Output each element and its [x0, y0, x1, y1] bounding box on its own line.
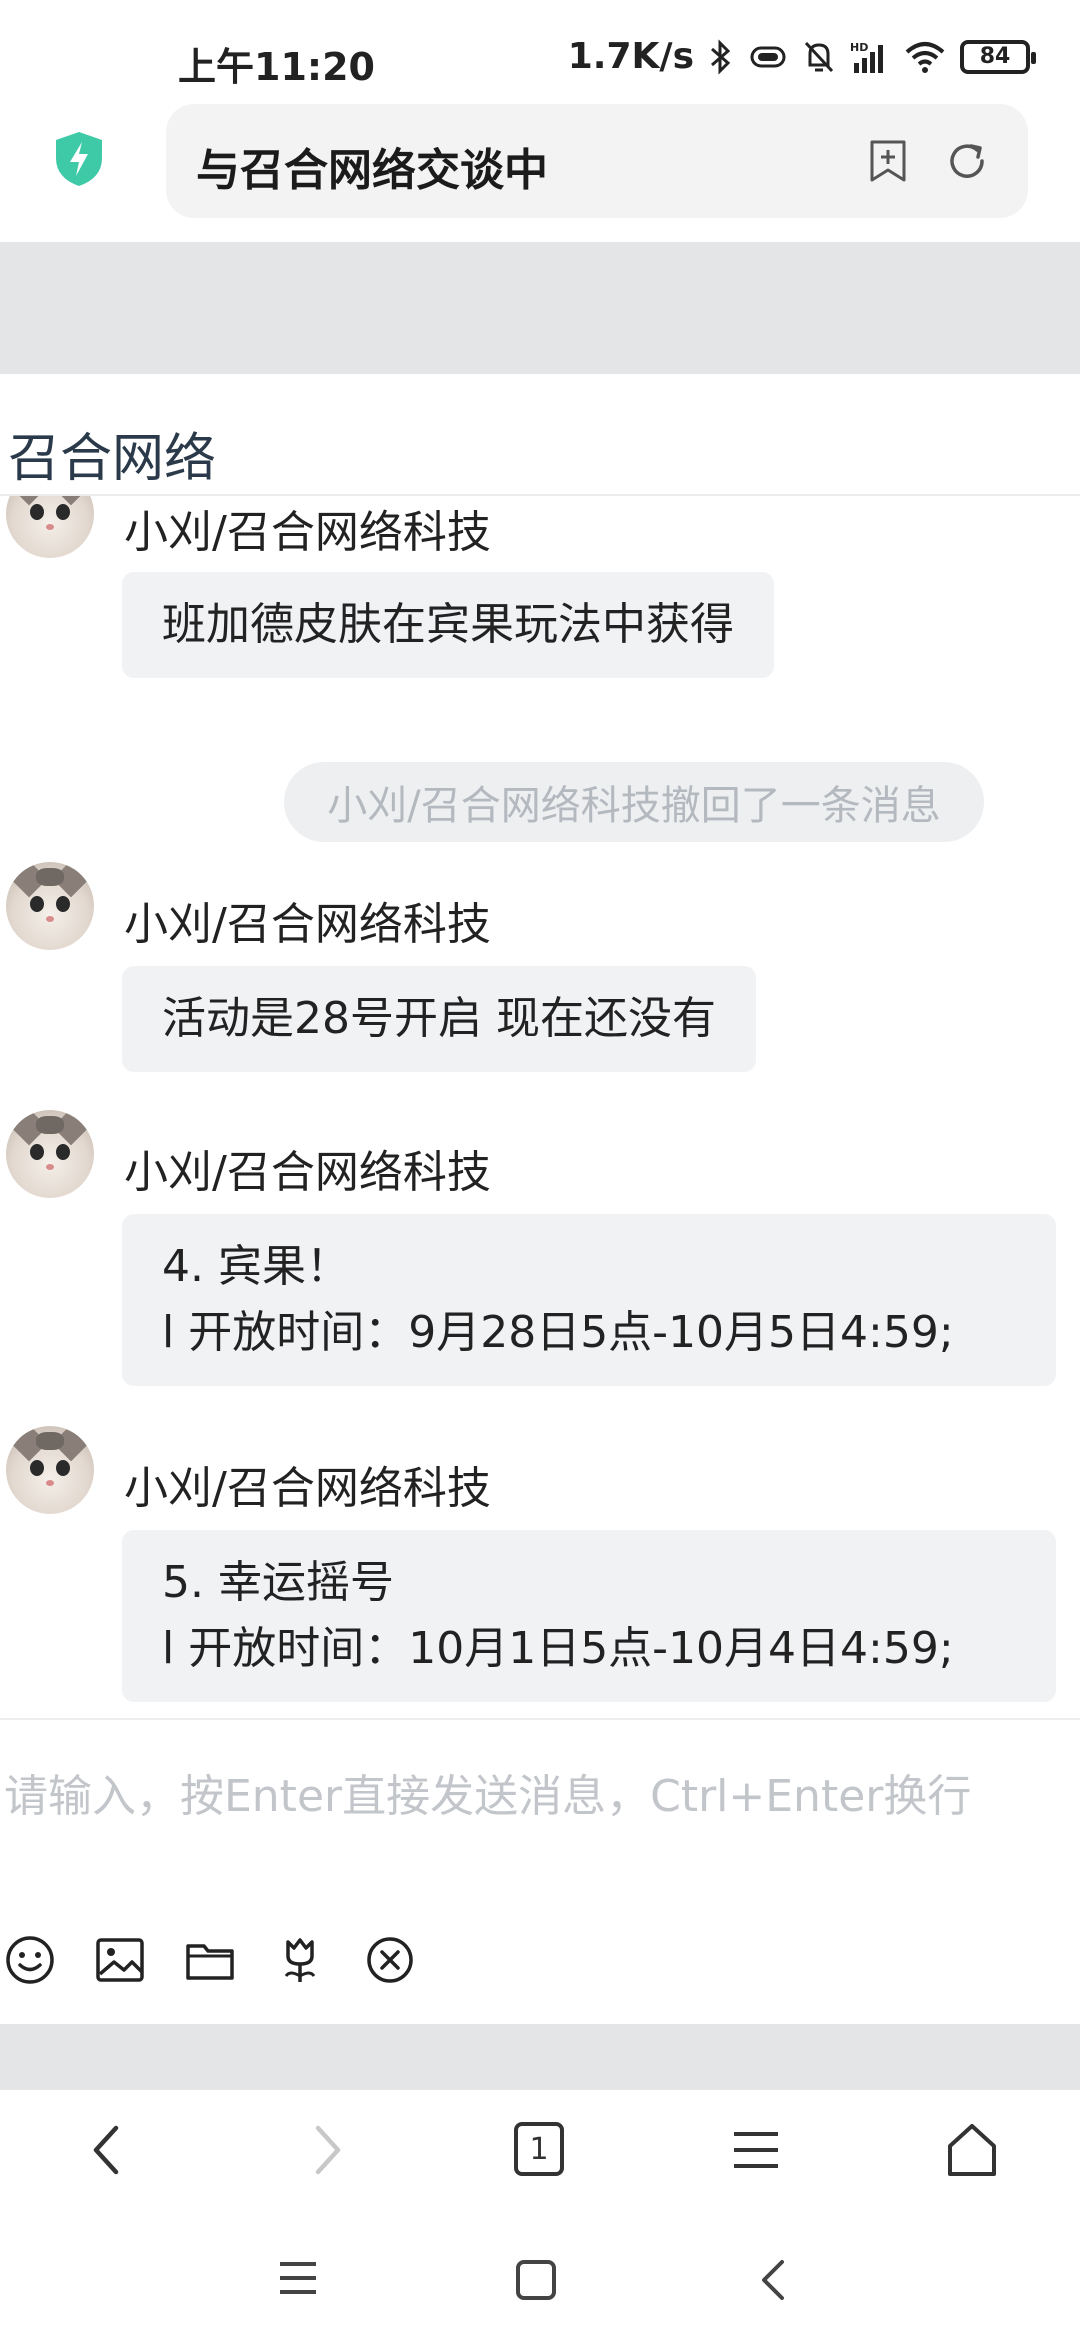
vibrate-icon: [748, 42, 788, 72]
signal-icon: HD: [850, 39, 890, 75]
input-toolbar: [4, 1934, 416, 1986]
chat-header: 召合网络: [0, 374, 1080, 496]
message-input-area[interactable]: 请输入，按Enter直接发送消息，Ctrl+Enter换行: [0, 1718, 1080, 2024]
mute-bell-icon: [802, 39, 836, 75]
recent-apps-icon[interactable]: [276, 2258, 320, 2302]
wifi-icon: [904, 40, 946, 74]
image-icon[interactable]: [94, 1934, 146, 1986]
message-bubble[interactable]: 4. 宾果！ l 开放时间：9月28日5点-10月5日4:59;: [122, 1214, 1056, 1386]
shield-icon[interactable]: [52, 130, 106, 192]
recall-notice: 小刈/召合网络科技撤回了一条消息: [284, 762, 984, 842]
message-text-line: l 开放时间：10月1日5点-10月4日4:59;: [162, 1623, 954, 1674]
message-list[interactable]: 小刈/召合网络科技 班加德皮肤在宾果玩法中获得 小刈/召合网络科技撤回了一条消息…: [0, 496, 1080, 1718]
forward-arrow-icon[interactable]: [306, 2120, 350, 2184]
browser-navigation: 1: [0, 2090, 1080, 2214]
status-icons: 1.7K/s HD 84: [567, 36, 1036, 77]
close-circle-icon[interactable]: [364, 1934, 416, 1986]
menu-icon[interactable]: [730, 2120, 782, 2184]
refresh-icon[interactable]: [944, 138, 990, 188]
battery-indicator: 84: [960, 39, 1036, 74]
network-speed: 1.7K/s: [567, 36, 694, 77]
message-input[interactable]: 请输入，按Enter直接发送消息，Ctrl+Enter换行: [4, 1760, 971, 1824]
flower-icon[interactable]: [274, 1934, 326, 1986]
message-bubble[interactable]: 活动是28号开启 现在还没有: [122, 966, 756, 1072]
avatar[interactable]: [6, 496, 94, 558]
system-back-icon[interactable]: [756, 2258, 792, 2306]
message-bubble[interactable]: 班加德皮肤在宾果玩法中获得: [122, 572, 774, 678]
folder-icon[interactable]: [184, 1934, 236, 1986]
chat-title: 召合网络: [8, 429, 217, 489]
status-bar: 上午11:20 1.7K/s HD 84: [0, 0, 1080, 110]
page-title: 与召合网络交谈中: [196, 145, 548, 196]
avatar[interactable]: [6, 862, 94, 950]
message-sender: 小刈/召合网络科技: [124, 507, 491, 558]
message-sender: 小刈/召合网络科技: [124, 899, 491, 950]
avatar[interactable]: [6, 1110, 94, 1198]
message-text: 活动是28号开启 现在还没有: [162, 993, 716, 1044]
emoji-icon[interactable]: [4, 1934, 56, 1986]
browser-address-bar: 与召合网络交谈中: [0, 100, 1080, 242]
message-text: 班加德皮肤在宾果玩法中获得: [162, 599, 734, 650]
home-square-icon[interactable]: [514, 2258, 558, 2306]
home-icon[interactable]: [944, 2120, 1000, 2184]
tabs-button[interactable]: 1: [514, 2122, 564, 2176]
status-time: 上午11:20: [178, 45, 375, 89]
message-text-line: 4. 宾果！: [162, 1241, 350, 1292]
add-bookmark-icon[interactable]: [866, 138, 910, 188]
message-sender: 小刈/召合网络科技: [124, 1463, 491, 1514]
tab-count: 1: [514, 2122, 564, 2176]
address-box[interactable]: 与召合网络交谈中: [166, 104, 1028, 218]
bluetooth-icon: [708, 38, 734, 75]
divider-band: [0, 242, 1080, 374]
system-navigation: [0, 2214, 1080, 2340]
message-sender: 小刈/召合网络科技: [124, 1147, 491, 1198]
message-text-line: l 开放时间：9月28日5点-10月5日4:59;: [162, 1307, 954, 1358]
message-text-line: 5. 幸运摇号: [162, 1557, 394, 1608]
avatar[interactable]: [6, 1426, 94, 1514]
svg-text:HD: HD: [850, 41, 868, 54]
message-bubble[interactable]: 5. 幸运摇号 l 开放时间：10月1日5点-10月4日4:59;: [122, 1530, 1056, 1702]
divider-band: [0, 2024, 1080, 2090]
back-arrow-icon[interactable]: [84, 2120, 128, 2184]
